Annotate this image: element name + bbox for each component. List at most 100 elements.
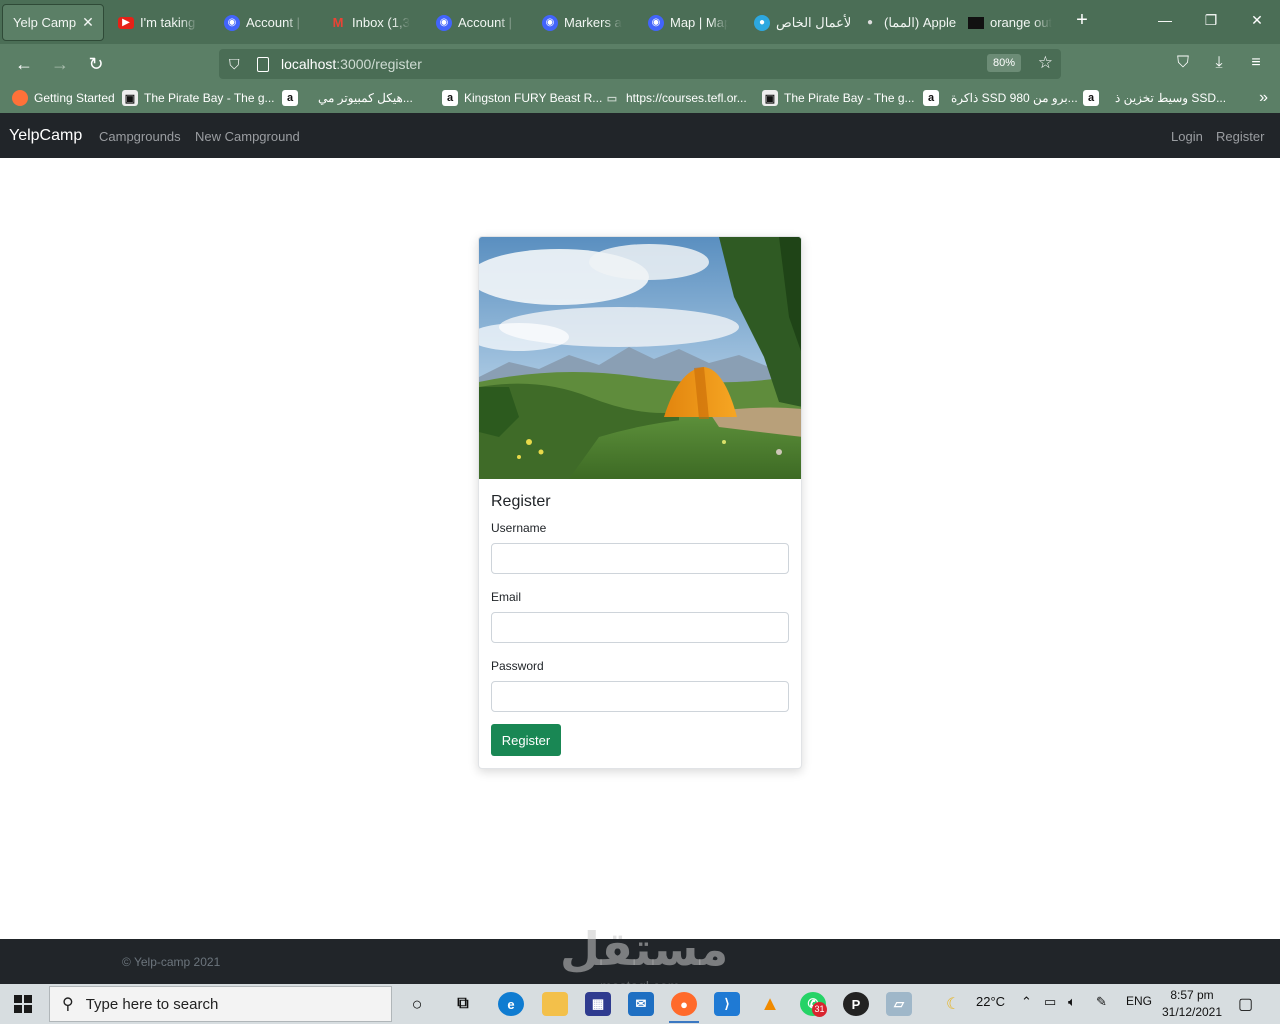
nav-register[interactable]: Register <box>1216 129 1264 144</box>
mail-icon[interactable]: ✉ <box>628 992 654 1016</box>
bookmark-label: وسيط تخزين ذ SSD... <box>1115 91 1227 105</box>
form-title: Register <box>491 493 551 510</box>
amazon-icon: a <box>442 90 458 106</box>
taskbar-search[interactable]: ⚲ Type here to search <box>49 986 392 1022</box>
browser-toolbar: ← → ↻ ⛉ localhost:3000/register 80% ☆ ⛉ … <box>0 44 1280 84</box>
search-placeholder: Type here to search <box>85 995 219 1013</box>
tab-apple[interactable]: ● (المما) Apple <box>852 4 958 41</box>
minimize-icon[interactable]: — <box>1155 12 1175 28</box>
file-explorer-icon[interactable] <box>542 992 568 1016</box>
postman-icon[interactable]: P <box>843 992 869 1016</box>
language-indicator[interactable]: ENG <box>1126 994 1152 1008</box>
menu-icon[interactable]: ≡ <box>1246 54 1266 72</box>
bookmark-item[interactable]: a ذاكرة SSD 980 برو من... <box>923 90 1078 106</box>
tab-account-2[interactable]: ◉ Account | M <box>426 4 526 41</box>
mapbox-icon: ◉ <box>224 14 240 31</box>
nav-new-campground[interactable]: New Campground <box>195 129 300 144</box>
email-label: Email <box>491 590 522 604</box>
username-label: Username <box>491 521 547 535</box>
volume-icon[interactable]: 🔈︎ <box>1068 994 1076 1010</box>
restore-icon[interactable]: ❐ <box>1201 12 1221 29</box>
username-field[interactable] <box>491 543 789 574</box>
windows-taskbar: ⚲ Type here to search ○ ⧉ e ▦ ✉ ● ⟩ ▲ ✆ … <box>0 984 1280 1024</box>
tab-title: Yelp Camp <box>13 15 77 30</box>
globe-icon: ▭ <box>606 92 618 105</box>
tab-account-1[interactable]: ◉ Account | M <box>214 4 314 41</box>
amazon-icon: a <box>923 90 939 106</box>
bookmark-item[interactable]: a وسيط تخزين ذ SSD... <box>1083 90 1226 106</box>
notifications-icon[interactable]: ▢ <box>1238 994 1253 1014</box>
page-icon <box>257 56 269 72</box>
network-icon[interactable]: ▭ <box>1044 994 1056 1010</box>
tab-markers[interactable]: ◉ Markers anc <box>532 4 632 41</box>
bookmark-item[interactable]: a Kingston FURY Beast R... <box>442 90 602 106</box>
moon-weather-icon[interactable]: ☾ <box>946 994 960 1014</box>
forward-icon[interactable]: → <box>48 53 72 75</box>
temperature[interactable]: 22°C <box>976 994 1005 1009</box>
browser-tab-bar: Yelp Camp ✕ ▶ I'm taking tl ◉ Account | … <box>0 0 1280 44</box>
bookmark-label: Kingston FURY Beast R... <box>464 91 603 105</box>
back-icon[interactable]: ← <box>12 53 36 75</box>
bookmark-star-icon[interactable]: ☆ <box>1038 53 1053 73</box>
reload-icon[interactable]: ↻ <box>84 53 108 75</box>
app-navbar: YelpCamp Campgrounds New Campground Logi… <box>0 113 1280 158</box>
bookmark-item[interactable]: a هيكل كمبيوتر مي... <box>282 90 413 106</box>
firefox-taskbar-icon[interactable]: ● <box>671 992 697 1016</box>
url-text[interactable]: localhost:3000/register <box>281 56 422 72</box>
tab-map[interactable]: ◉ Map | Mapb <box>638 4 738 41</box>
chevron-double-right-icon[interactable]: » <box>1259 89 1268 107</box>
address-bar[interactable]: ⛉ localhost:3000/register 80% ☆ <box>219 49 1061 79</box>
apple-icon: ● <box>866 17 874 28</box>
pirate-bay-icon: ▣ <box>762 90 778 106</box>
vlc-icon[interactable]: ▲ <box>757 992 783 1016</box>
close-icon[interactable]: ✕ <box>82 14 94 31</box>
tab-title: Inbox (1,331 <box>352 15 410 30</box>
vscode-icon[interactable]: ⟩ <box>714 992 740 1016</box>
tab-yelp-camp[interactable]: Yelp Camp ✕ <box>2 4 104 41</box>
bookmark-item[interactable]: ▣ The Pirate Bay - The g... <box>122 90 275 106</box>
email-field[interactable] <box>491 612 789 643</box>
mapbox-icon: ◉ <box>436 14 452 31</box>
close-window-icon[interactable]: ✕ <box>1247 12 1267 29</box>
bookmark-label: ذاكرة SSD 980 برو من... <box>951 91 1078 105</box>
clock[interactable]: 8:57 pm 31/12/2021 <box>1160 987 1224 1021</box>
tab-title: Map | Mapb <box>670 15 728 30</box>
bookmark-label: The Pirate Bay - The g... <box>144 91 275 105</box>
youtube-icon: ▶ <box>118 16 134 29</box>
mostaql-icon: ● <box>754 14 770 31</box>
tab-title: (المما) Apple <box>884 14 957 30</box>
pen-icon[interactable]: ✎ <box>1096 994 1107 1010</box>
nav-campgrounds[interactable]: Campgrounds <box>99 129 181 144</box>
tab-youtube[interactable]: ▶ I'm taking tl <box>108 4 208 41</box>
pocket-icon[interactable]: ⛉ <box>1173 54 1193 72</box>
bookmark-label: https://courses.tefl.or... <box>626 91 747 105</box>
tab-mostaql[interactable]: ● الأعمال الخاص <box>744 4 850 41</box>
bookmark-item[interactable]: ▣ The Pirate Bay - The g... <box>762 90 915 106</box>
store-icon[interactable]: ▦ <box>585 992 611 1016</box>
cortana-icon[interactable]: ○ <box>404 992 430 1016</box>
url-path: :3000/register <box>336 56 422 72</box>
bookmark-item[interactable]: ▭ https://courses.tefl.or... <box>604 90 747 106</box>
shield-icon[interactable]: ⛉ <box>229 56 245 72</box>
zoom-level[interactable]: 80% <box>986 54 1021 72</box>
password-label: Password <box>491 659 544 673</box>
watermark-logo: مستقل <box>560 922 729 976</box>
new-tab-button[interactable]: + <box>1071 9 1093 31</box>
tab-inbox[interactable]: M Inbox (1,331 <box>320 4 420 41</box>
tab-orange-outdoor[interactable]: orange outd <box>958 4 1062 41</box>
nav-login[interactable]: Login <box>1171 129 1203 144</box>
brand-link[interactable]: YelpCamp <box>9 127 82 145</box>
bookmark-item[interactable]: Getting Started <box>12 90 115 106</box>
windows-start-icon[interactable] <box>14 995 32 1013</box>
task-view-icon[interactable]: ⧉ <box>450 992 476 1016</box>
edge-icon[interactable]: e <box>498 992 524 1016</box>
gmail-icon: M <box>332 15 344 30</box>
download-icon[interactable]: ⤓ <box>1209 54 1229 72</box>
mapbox-icon: ◉ <box>648 14 664 31</box>
register-button[interactable]: Register <box>491 724 561 756</box>
tab-title: Account | M <box>458 15 516 30</box>
chevron-up-icon[interactable]: ⌃ <box>1021 994 1032 1010</box>
password-field[interactable] <box>491 681 789 712</box>
tab-title: Account | M <box>246 15 304 30</box>
notepad-icon[interactable]: ▱ <box>886 992 912 1016</box>
